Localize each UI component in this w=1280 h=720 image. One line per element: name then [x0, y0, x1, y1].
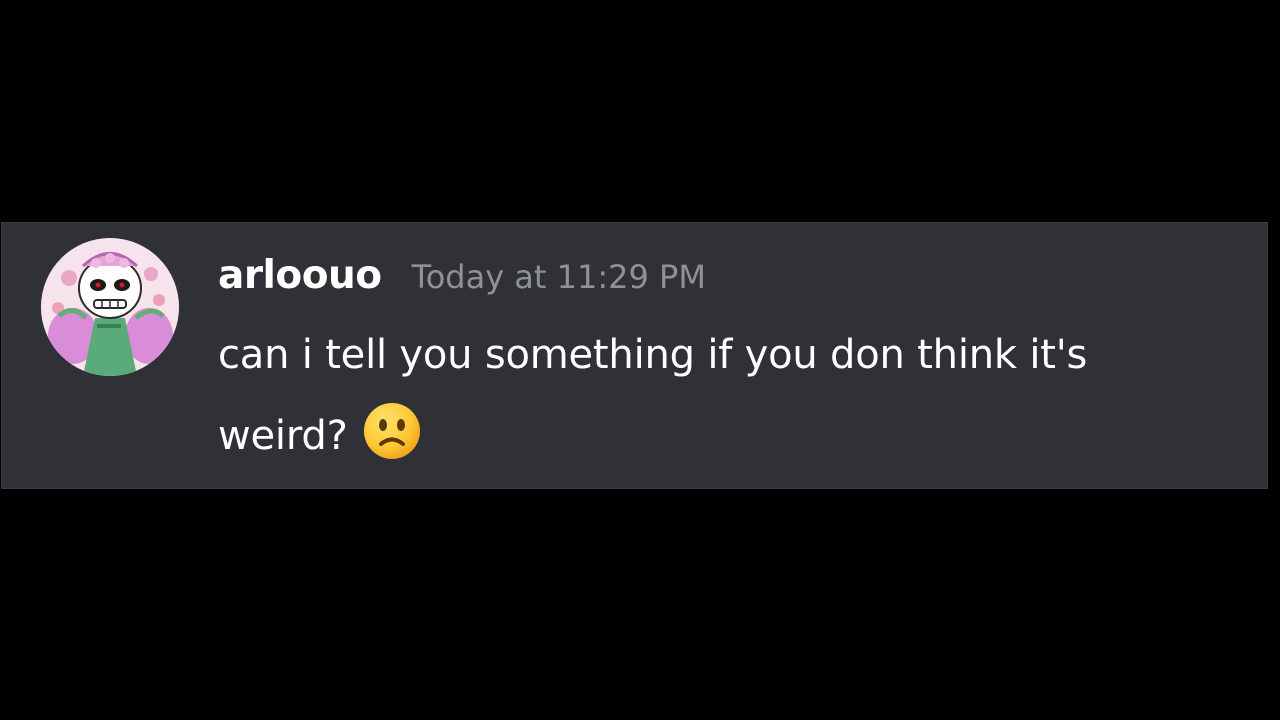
avatar[interactable] — [41, 238, 179, 376]
message-text: can i tell you something if you don thin… — [218, 332, 1088, 459]
chat-message: arloouo Today at 11:29 PM can i tell you… — [1, 222, 1268, 489]
message-header: arloouo Today at 11:29 PM — [218, 253, 706, 305]
message-content: can i tell you something if you don thin… — [218, 315, 1228, 477]
avatar-image — [41, 238, 179, 376]
message-timestamp: Today at 11:29 PM — [411, 258, 706, 296]
username[interactable]: arloouo — [218, 253, 382, 298]
slightly-frowning-face-icon — [362, 401, 422, 461]
